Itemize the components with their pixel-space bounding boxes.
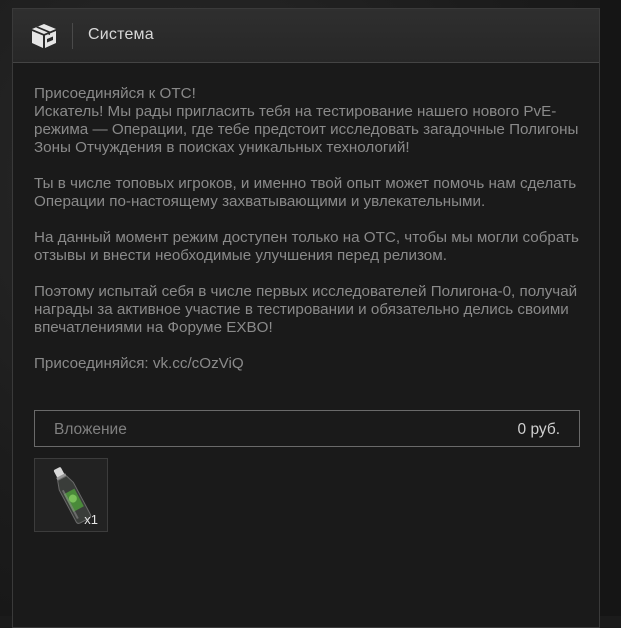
message-paragraph: Ты в числе топовых игроков, и именно тво…: [34, 175, 577, 210]
background-edge: [600, 0, 621, 616]
message-window: Система Присоединяйся к ОТС! Искатель! М…: [12, 8, 600, 628]
message-link[interactable]: Присоединяйся: vk.cc/cOzViQ: [34, 355, 584, 373]
window-title: Система: [88, 26, 154, 43]
message-body: Присоединяйся к ОТС! Искатель! Мы рады п…: [34, 85, 584, 391]
message-paragraph: Поэтому испытай себя в числе первых иссл…: [34, 283, 578, 336]
message-paragraph: На данный момент режим доступен только н…: [34, 229, 579, 264]
message-paragraph: Присоединяйся к ОТС! Искатель! Мы рады п…: [34, 85, 579, 156]
window-titlebar: Система: [13, 9, 599, 63]
attachment-value: 0 руб.: [517, 421, 560, 438]
attachment-item-slot[interactable]: x1: [34, 458, 108, 532]
box-icon: [32, 24, 56, 48]
attachment-label: Вложение: [54, 421, 127, 438]
item-count: x1: [84, 512, 98, 527]
attachment-bar: Вложение 0 руб.: [34, 410, 580, 447]
title-separator: [72, 23, 73, 49]
